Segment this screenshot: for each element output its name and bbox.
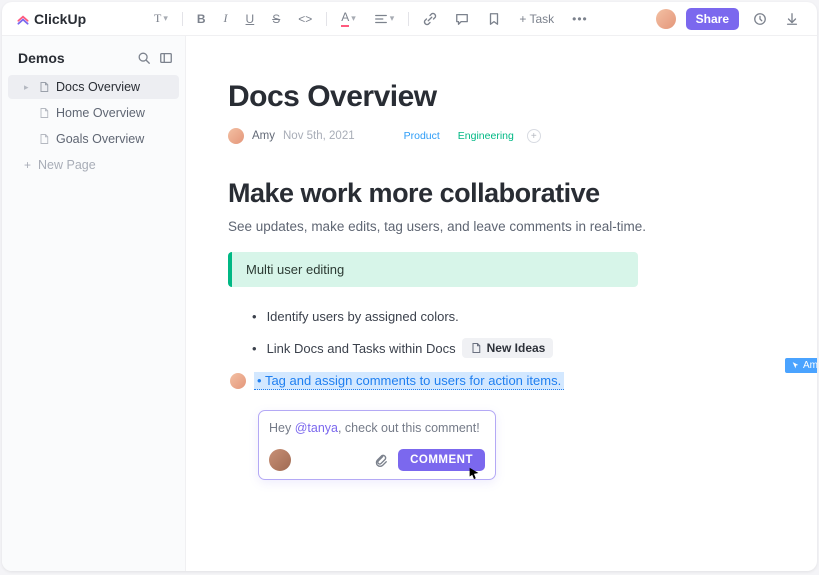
highlighted-line-row: Tag and assign comments to users for act…	[230, 372, 767, 390]
sidebar-item-label: Docs Overview	[56, 80, 140, 94]
chevron-down-icon: ▾	[390, 13, 395, 24]
paperclip-icon	[374, 453, 388, 467]
formatting-toolbar: T▾ B I U S <> A▾ ▾ + Task	[86, 7, 656, 30]
mouse-cursor-icon	[467, 466, 481, 483]
section-lead[interactable]: See updates, make edits, tag users, and …	[228, 219, 767, 234]
more-button[interactable]: •••	[568, 9, 592, 29]
comment-icon	[455, 12, 469, 26]
download-icon	[785, 12, 799, 26]
bold-button[interactable]: B	[193, 9, 210, 29]
clickup-logo[interactable]: ClickUp	[16, 11, 86, 27]
chevron-down-icon: ▾	[351, 13, 356, 24]
doc-icon	[38, 81, 50, 93]
strikethrough-button[interactable]: S	[268, 9, 284, 29]
new-page-button[interactable]: + New Page	[8, 153, 179, 177]
selection-user-chip: Amy	[785, 358, 817, 373]
doc-meta: Amy Nov 5th, 2021 Product Engineering +	[228, 128, 767, 144]
download-button[interactable]	[781, 9, 803, 29]
align-left-icon	[374, 12, 388, 26]
sidebar-item-goals-overview[interactable]: Goals Overview	[8, 127, 179, 151]
comment-input[interactable]: Hey @tanya, check out this comment!	[269, 421, 485, 435]
bullet-item[interactable]: Identify users by assigned colors.	[252, 309, 767, 324]
sidebar-item-docs-overview[interactable]: ▸ Docs Overview	[8, 75, 179, 99]
doc-icon	[38, 107, 50, 119]
caret-right-icon: ▸	[24, 82, 32, 93]
history-button[interactable]	[749, 9, 771, 29]
sidebar-item-label: Goals Overview	[56, 132, 144, 146]
comment-composer[interactable]: Hey @tanya, check out this comment! COMM…	[258, 410, 496, 480]
author-avatar[interactable]	[228, 128, 244, 144]
sidebar-item-label: Home Overview	[56, 106, 145, 120]
share-button[interactable]: Share	[686, 8, 739, 30]
toggle-sidebar-button[interactable]	[159, 51, 173, 65]
document-main: Docs Overview Amy Nov 5th, 2021 Product …	[186, 36, 817, 571]
add-task-button[interactable]: + Task	[515, 9, 558, 29]
doc-icon	[38, 133, 50, 145]
add-tag-button[interactable]: +	[527, 129, 541, 143]
underline-button[interactable]: U	[242, 9, 259, 29]
commenter-avatar[interactable]	[269, 449, 291, 471]
tag-product[interactable]: Product	[399, 129, 445, 143]
doc-date: Nov 5th, 2021	[283, 130, 355, 142]
link-button[interactable]	[419, 9, 441, 29]
bullet-item[interactable]: Link Docs and Tasks within Docs New Idea…	[252, 338, 767, 358]
page-title[interactable]: Docs Overview	[228, 80, 767, 114]
new-page-label: New Page	[38, 158, 96, 172]
bullet-item-highlighted[interactable]: Tag and assign comments to users for act…	[254, 372, 564, 390]
code-button[interactable]: <>	[294, 9, 316, 29]
link-icon	[423, 12, 437, 26]
sidebar-item-home-overview[interactable]: Home Overview	[8, 101, 179, 125]
comment-button[interactable]	[451, 9, 473, 29]
user-avatar[interactable]	[656, 9, 676, 29]
clickup-logo-icon	[16, 12, 30, 26]
tag-engineering[interactable]: Engineering	[453, 129, 519, 143]
mention-chip[interactable]: @tanya	[295, 421, 338, 435]
align-button[interactable]: ▾	[370, 9, 399, 29]
chevron-down-icon: ▾	[163, 13, 168, 24]
section-heading[interactable]: Make work more collaborative	[228, 178, 767, 209]
panel-icon	[159, 51, 173, 65]
collaborator-avatar[interactable]	[230, 373, 246, 389]
attach-button[interactable]	[374, 453, 388, 467]
plus-icon: +	[24, 158, 32, 172]
author-name: Amy	[252, 130, 275, 142]
sidebar-title: Demos	[18, 50, 65, 66]
attachment-button[interactable]	[483, 9, 505, 29]
italic-button[interactable]: I	[220, 8, 232, 29]
search-button[interactable]	[137, 51, 151, 65]
bookmark-icon	[487, 12, 501, 26]
task-link-chip[interactable]: New Ideas	[462, 338, 554, 358]
doc-icon	[470, 342, 482, 354]
cursor-icon	[791, 361, 800, 370]
clock-icon	[753, 12, 767, 26]
brand-name: ClickUp	[34, 11, 86, 27]
callout-block[interactable]: Multi user editing	[228, 252, 638, 287]
text-style-button[interactable]: T▾	[150, 8, 172, 29]
sidebar: Demos ▸ Docs Overview Home Overvi	[2, 36, 186, 571]
search-icon	[137, 51, 151, 65]
text-color-button[interactable]: A▾	[337, 7, 360, 30]
